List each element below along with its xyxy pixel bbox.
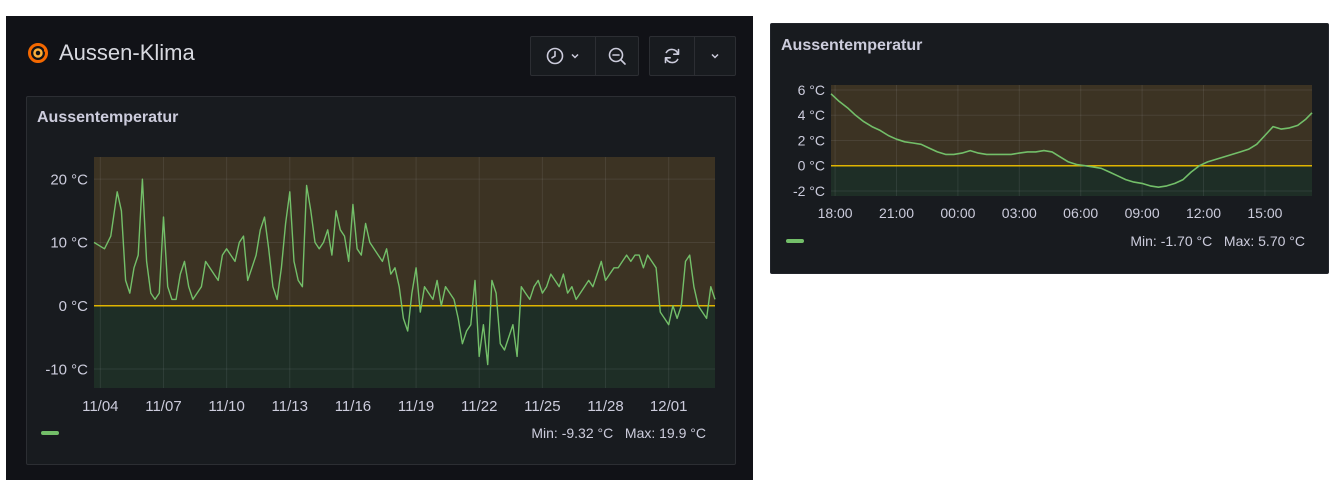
stat-max-value: 5.70 °C	[1258, 233, 1305, 249]
y-tick-label: 20 °C	[50, 171, 88, 188]
refresh-button[interactable]	[650, 37, 694, 75]
legend-stats: Min: -1.70 °C Max: 5.70 °C	[1130, 233, 1305, 249]
stat-min-value: -9.32 °C	[561, 425, 614, 441]
panel-aussentemperatur-30d: Aussentemperatur 11/04 11/07 11/10 11/13 11/…	[26, 96, 736, 465]
zoom-out-icon	[608, 47, 626, 65]
stat-max-value: 19.9 °C	[659, 425, 706, 441]
threshold-band-below	[831, 165, 1312, 196]
refresh-controls	[649, 36, 736, 76]
x-tick-label: 03:00	[1002, 205, 1037, 221]
refresh-interval-button[interactable]	[694, 37, 735, 75]
dashboard-header: Aussen-Klima	[27, 40, 195, 66]
stat-min-value: -1.70 °C	[1160, 233, 1213, 249]
time-picker-button[interactable]	[531, 37, 595, 75]
y-tick-label: 10 °C	[50, 235, 88, 252]
chevron-down-icon	[571, 53, 579, 59]
x-tick-label: 18:00	[818, 205, 853, 221]
x-tick-label: 11/28	[587, 398, 623, 415]
y-tick-label: 6 °C	[798, 82, 825, 98]
y-tick-label: -10 °C	[45, 361, 88, 378]
x-tick-label: 11/19	[398, 398, 434, 415]
x-tick-label: 12/01	[650, 398, 688, 415]
zoom-out-button[interactable]	[595, 37, 638, 75]
threshold-band-below	[94, 305, 715, 388]
legend-series-swatch[interactable]	[41, 431, 59, 435]
clock-icon	[546, 47, 564, 65]
dashboard-toolbar	[530, 36, 736, 76]
x-tick-label: 11/16	[335, 398, 371, 415]
x-tick-label: 09:00	[1125, 205, 1160, 221]
y-tick-label: 0 °C	[59, 298, 89, 315]
x-tick-label: 11/22	[461, 398, 497, 415]
legend-series-swatch[interactable]	[786, 239, 804, 243]
x-tick-label: 11/07	[145, 398, 181, 415]
x-tick-label: 12:00	[1186, 205, 1221, 221]
time-controls	[530, 36, 639, 76]
refresh-icon	[664, 48, 680, 64]
threshold-band-above	[831, 85, 1312, 166]
x-tick-label: 11/10	[208, 398, 244, 415]
y-tick-label: 2 °C	[798, 132, 825, 148]
dashboard-title: Aussen-Klima	[59, 40, 195, 65]
stat-max-label: Max:	[1223, 233, 1255, 249]
x-tick-label: 06:00	[1063, 205, 1098, 221]
legend-stats: Min: -9.32 °C Max: 19.9 °C	[531, 425, 706, 441]
stat-max-label: Max:	[624, 425, 656, 441]
chevron-down-icon	[711, 53, 719, 59]
x-tick-label: 21:00	[879, 205, 914, 221]
y-tick-label: -2 °C	[793, 183, 825, 199]
grafana-logo-icon	[28, 43, 48, 63]
temperature-chart-30d: 11/04 11/07 11/10 11/13 11/16 11/19 11/22 11/25…	[45, 157, 716, 415]
y-tick-label: 4 °C	[798, 107, 825, 123]
dashboard: Aussen-Klima Aussentemperatur 11/04 11/0…	[6, 16, 753, 480]
x-tick-label: 11/04	[82, 398, 118, 415]
panel-aussentemperatur-24h: Aussentemperatur 18:00 21:00 00:00 03:00 06:…	[770, 23, 1329, 274]
x-tick-label: 15:00	[1247, 205, 1282, 221]
stat-min-label: Min:	[1130, 233, 1157, 249]
x-tick-label: 11/25	[524, 398, 560, 415]
x-tick-label: 11/13	[272, 398, 308, 415]
x-tick-label: 00:00	[940, 205, 975, 221]
y-tick-label: 0 °C	[798, 158, 825, 174]
stat-min-label: Min:	[531, 425, 558, 441]
